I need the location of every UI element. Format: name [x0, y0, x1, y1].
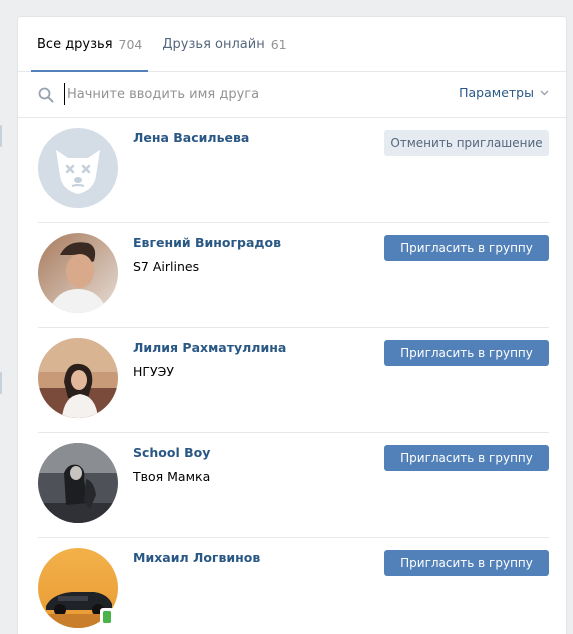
- tab-count: 61: [270, 36, 287, 52]
- friend-row: Михаил Логвинов Пригласить в группу: [38, 538, 549, 634]
- avatar[interactable]: [38, 338, 118, 418]
- friend-subtitle: Твоя Мамка: [133, 469, 211, 484]
- friend-row: Евгений Виноградов S7 Airlines Пригласит…: [38, 223, 549, 328]
- friend-subtitle: НГУЭУ: [133, 364, 174, 379]
- avatar[interactable]: [38, 233, 118, 313]
- tab-label: Друзья онлайн: [162, 36, 265, 52]
- friend-name[interactable]: Евгений Виноградов: [133, 235, 281, 250]
- friend-name[interactable]: Лена Васильева: [133, 130, 249, 145]
- friend-row: Лилия Рахматуллина НГУЭУ Пригласить в гр…: [38, 328, 549, 433]
- friend-row: Лена Васильева Отменить приглашение: [38, 118, 549, 223]
- left-edge: [0, 0, 4, 634]
- avatar[interactable]: [38, 443, 118, 523]
- friend-name[interactable]: Лилия Рахматуллина: [133, 340, 286, 355]
- invite-to-group-button[interactable]: Пригласить в группу: [384, 235, 549, 261]
- friends-list: Лена Васильева Отменить приглашение Евге…: [18, 118, 566, 634]
- invite-to-group-button[interactable]: Пригласить в группу: [384, 550, 549, 576]
- friend-row: School Boy Твоя Мамка Пригласить в групп…: [38, 433, 549, 538]
- params-dropdown[interactable]: Параметры: [459, 85, 549, 100]
- cancel-invitation-button[interactable]: Отменить приглашение: [384, 130, 549, 156]
- avatar[interactable]: [38, 128, 118, 208]
- invite-to-group-button[interactable]: Пригласить в группу: [384, 340, 549, 366]
- search-bar: Параметры: [18, 72, 566, 118]
- tab-count: 704: [118, 36, 143, 52]
- friend-subtitle: S7 Airlines: [133, 259, 200, 274]
- params-label: Параметры: [459, 85, 534, 100]
- deactivated-dog-icon: [38, 128, 118, 208]
- search-input[interactable]: [64, 83, 447, 105]
- invite-to-group-button[interactable]: Пригласить в группу: [384, 445, 549, 471]
- photo: [38, 338, 118, 418]
- page: Все друзья 704 Друзья онлайн 61 Параметр…: [0, 0, 573, 634]
- photo: [38, 443, 118, 523]
- tabs-bar: Все друзья 704 Друзья онлайн 61: [18, 17, 566, 72]
- friend-name[interactable]: Михаил Логвинов: [133, 550, 260, 565]
- tab-all-friends[interactable]: Все друзья 704: [31, 17, 149, 72]
- photo: [38, 233, 118, 313]
- mobile-online-icon: [100, 608, 114, 626]
- chevron-down-icon: [540, 90, 549, 95]
- tab-friends-online[interactable]: Друзья онлайн 61: [156, 17, 292, 71]
- friends-card: Все друзья 704 Друзья онлайн 61 Параметр…: [17, 16, 567, 634]
- edge-mark: [0, 372, 2, 394]
- friend-name[interactable]: School Boy: [133, 445, 210, 460]
- search-icon: [38, 87, 54, 103]
- tab-label: Все друзья: [37, 36, 113, 52]
- edge-mark: [0, 125, 2, 147]
